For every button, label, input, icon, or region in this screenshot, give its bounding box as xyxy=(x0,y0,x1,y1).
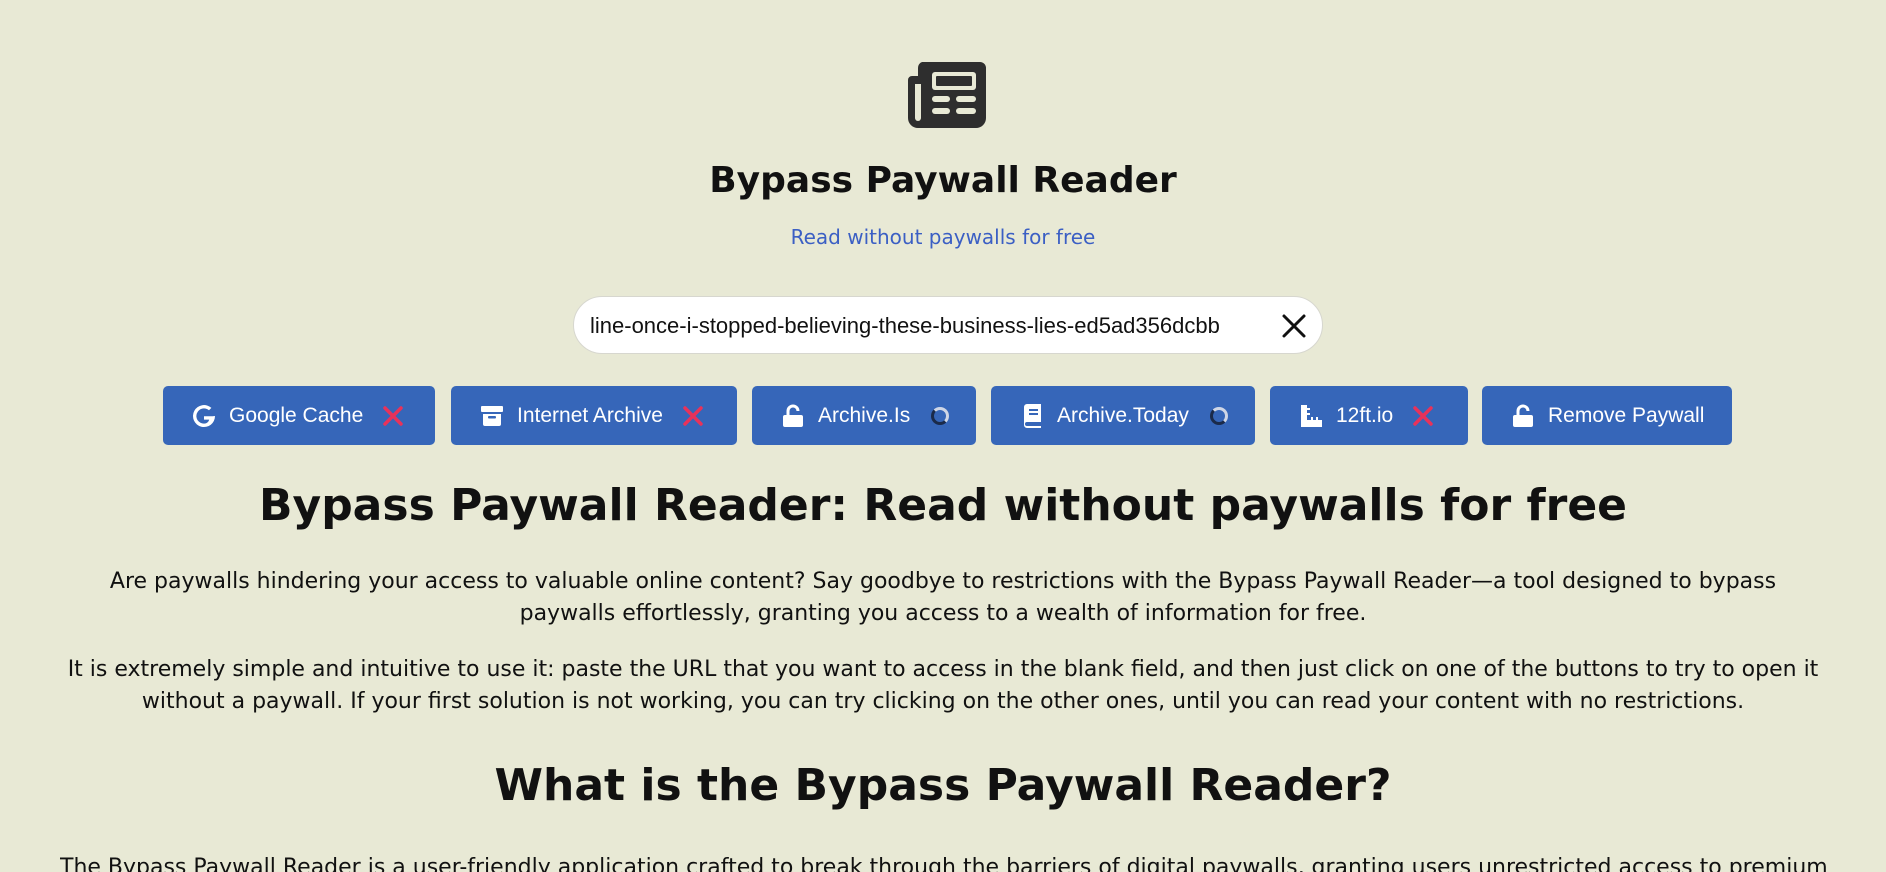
failed-x-icon xyxy=(381,404,405,428)
12ft-io-label: 12ft.io xyxy=(1336,403,1394,427)
ruler-icon xyxy=(1298,403,1324,429)
section-headline: What is the Bypass Paywall Reader? xyxy=(494,760,1392,811)
internet-archive-label: Internet Archive xyxy=(517,403,663,427)
loading-spinner-icon xyxy=(928,404,952,428)
app-subtitle: Read without paywalls for free xyxy=(790,225,1096,249)
close-icon xyxy=(1282,314,1306,338)
google-icon xyxy=(191,403,217,429)
newspaper-icon xyxy=(908,58,986,128)
archive-box-icon xyxy=(479,403,505,429)
intro-paragraph: Are paywalls hindering your access to va… xyxy=(109,569,1777,626)
usage-paragraph: It is extremely simple and intuitive to … xyxy=(67,657,1819,714)
google-cache-button[interactable]: Google Cache xyxy=(163,386,435,445)
url-input[interactable] xyxy=(590,305,1250,347)
description-paragraph: The Bypass Paywall Reader is a user-frie… xyxy=(60,855,1826,872)
archive-is-button[interactable]: Archive.Is xyxy=(752,386,976,445)
remove-paywall-button[interactable]: Remove Paywall xyxy=(1482,386,1732,445)
failed-x-icon xyxy=(681,404,705,428)
12ft-io-button[interactable]: 12ft.io xyxy=(1270,386,1468,445)
archive-is-label: Archive.Is xyxy=(818,403,911,427)
archive-today-button[interactable]: Archive.Today xyxy=(991,386,1255,445)
app-title: Bypass Paywall Reader xyxy=(709,160,1177,201)
url-search-box xyxy=(573,296,1323,354)
unlock-icon xyxy=(780,403,806,429)
failed-x-icon xyxy=(1411,404,1435,428)
google-cache-label: Google Cache xyxy=(229,403,364,427)
archive-today-label: Archive.Today xyxy=(1057,403,1189,427)
unlock-icon xyxy=(1510,403,1536,429)
clear-button[interactable] xyxy=(1278,310,1310,342)
service-buttons: Google Cache Internet Archive Archive.Is… xyxy=(0,386,1886,446)
book-icon xyxy=(1019,403,1045,429)
internet-archive-button[interactable]: Internet Archive xyxy=(451,386,737,445)
loading-spinner-icon xyxy=(1207,404,1231,428)
remove-paywall-label: Remove Paywall xyxy=(1548,403,1705,427)
page: Bypass Paywall Reader Read without paywa… xyxy=(0,0,1886,872)
main-headline: Bypass Paywall Reader: Read without payw… xyxy=(258,480,1628,531)
